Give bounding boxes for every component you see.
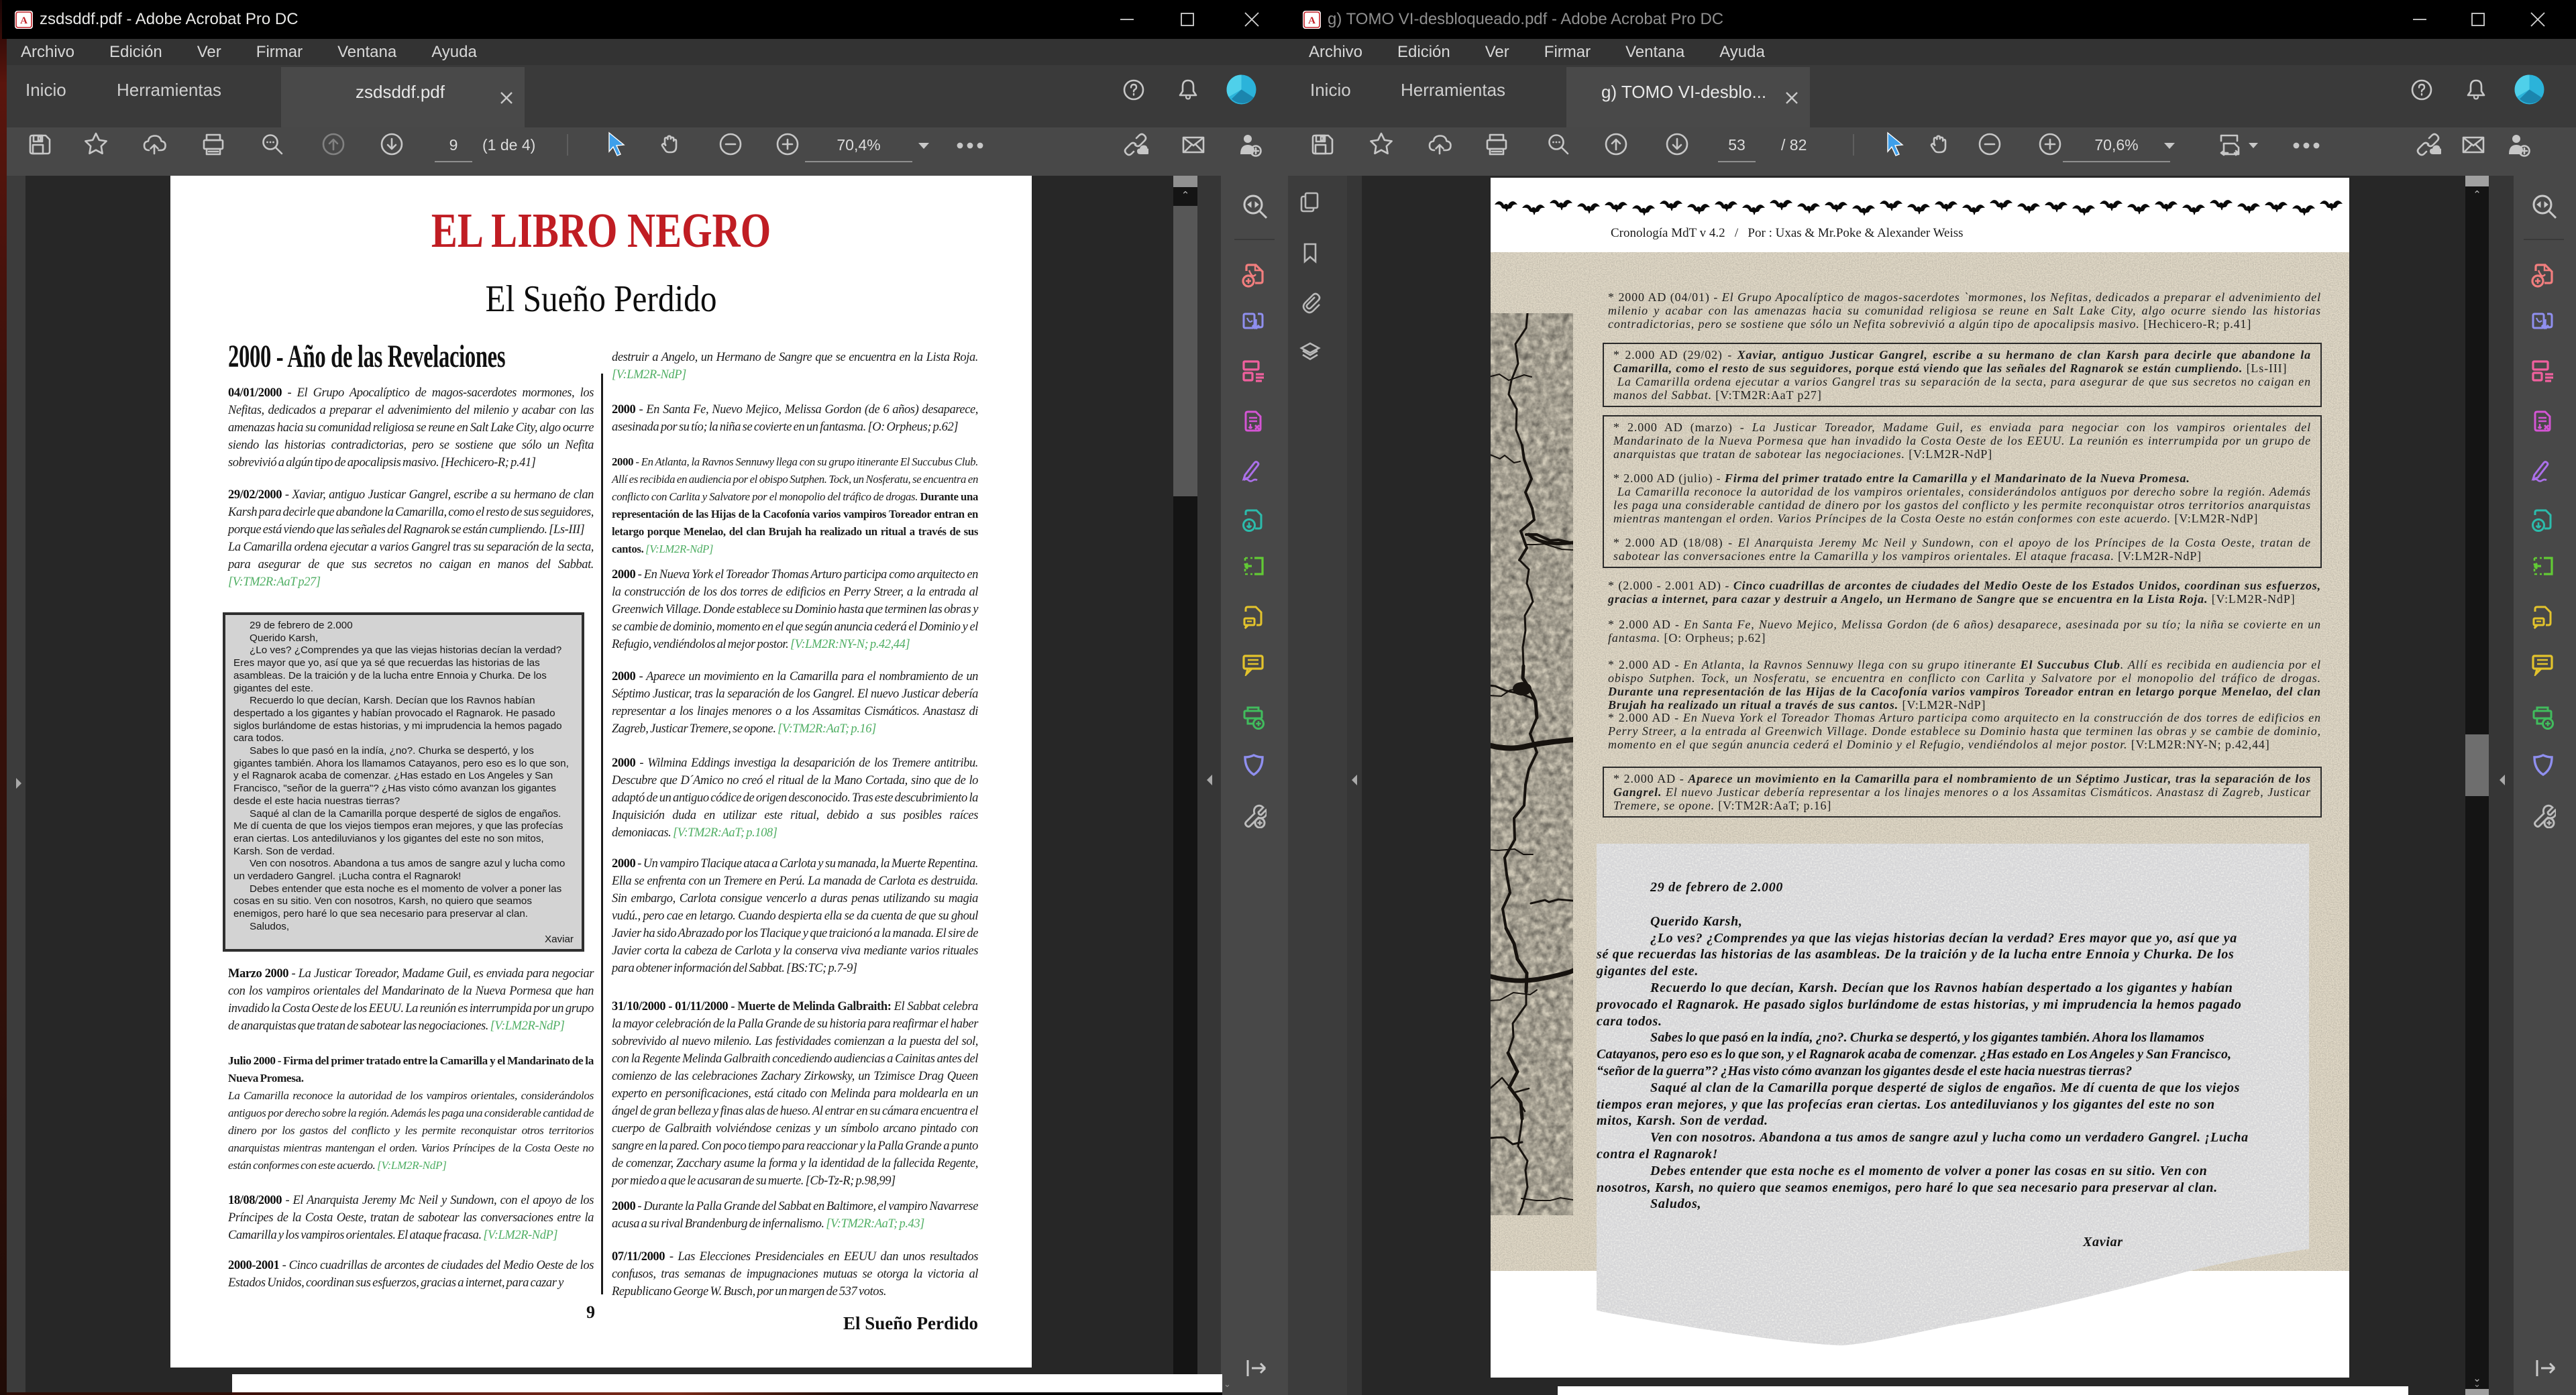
svg-text:A: A [1308, 15, 1316, 26]
svg-text:A: A [20, 15, 28, 26]
